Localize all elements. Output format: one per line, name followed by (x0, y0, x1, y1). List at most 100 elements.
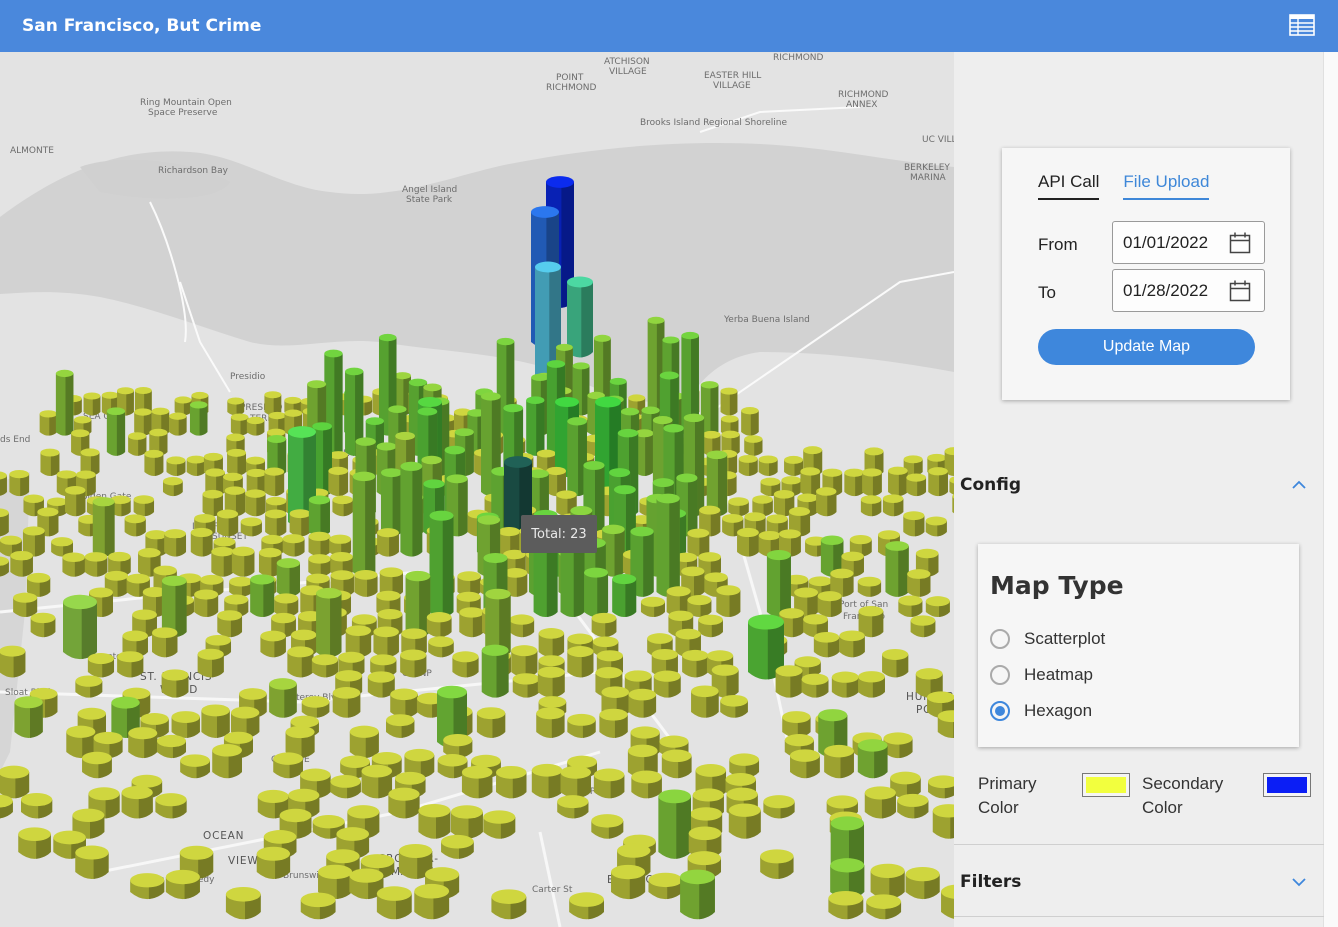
hexagon-column[interactable] (390, 688, 418, 718)
scrollbar-track[interactable] (1323, 52, 1338, 927)
hexagon-column[interactable] (414, 883, 450, 920)
config-section-header[interactable]: Config (960, 475, 1021, 495)
hexagon-column[interactable] (380, 468, 403, 537)
hexagon-column[interactable] (84, 552, 108, 577)
hexagon-column[interactable] (760, 849, 794, 880)
hexagon-column[interactable] (720, 387, 738, 416)
hexagon-column[interactable] (653, 670, 681, 698)
hexagon-column[interactable] (352, 471, 376, 577)
hexagon-column[interactable] (354, 569, 378, 597)
hexagon-column[interactable] (377, 528, 399, 557)
hexagon-column[interactable] (656, 493, 680, 597)
primary-color-picker[interactable] (1082, 773, 1130, 797)
hexagon-column[interactable] (481, 644, 509, 698)
hexagon-column[interactable] (680, 869, 715, 920)
hexagon-column[interactable] (813, 631, 840, 658)
hexagon-column[interactable] (301, 696, 330, 718)
hexagon-column[interactable] (21, 793, 53, 819)
hexagon-column[interactable] (82, 751, 112, 779)
hexagon-column[interactable] (858, 671, 885, 698)
hexagon-column[interactable] (782, 711, 811, 738)
radio-button-selected[interactable] (990, 701, 1010, 721)
hexagon-column[interactable] (376, 886, 412, 920)
hexagon-column[interactable] (526, 396, 545, 456)
hexagon-column[interactable] (211, 546, 234, 577)
hexagon-column[interactable] (737, 527, 759, 557)
hexagon-column[interactable] (14, 696, 43, 738)
hexagon-column[interactable] (828, 890, 864, 920)
hexagon-column[interactable] (0, 508, 9, 537)
hexagon-column[interactable] (361, 764, 393, 799)
hexagon-column[interactable] (265, 509, 287, 537)
hexagon-column[interactable] (18, 827, 51, 859)
hexagon-column[interactable] (162, 477, 183, 497)
secondary-color-picker[interactable] (1263, 773, 1311, 797)
chevron-down-icon[interactable] (1291, 874, 1307, 890)
hexagon-column[interactable] (212, 744, 242, 779)
radio-hexagon[interactable]: Hexagon (990, 701, 1092, 721)
hexagon-column[interactable] (907, 569, 931, 597)
hexagon-column[interactable] (161, 669, 189, 698)
hexagon-column[interactable] (63, 594, 97, 660)
hexagon-column[interactable] (496, 765, 527, 799)
hexagon-column[interactable] (287, 646, 314, 678)
hexagon-column[interactable] (758, 455, 778, 476)
hexagon-column[interactable] (816, 487, 837, 517)
menu-icon[interactable] (1289, 14, 1315, 36)
hexagon-column[interactable] (593, 768, 625, 799)
hexagon-column[interactable] (75, 845, 109, 880)
hexagon-column[interactable] (75, 675, 103, 698)
hexagon-column[interactable] (557, 795, 589, 819)
hexagon-column[interactable] (55, 369, 74, 436)
hexagon-column[interactable] (728, 497, 749, 517)
hexagon-column[interactable] (400, 649, 427, 678)
hexagon-column[interactable] (744, 435, 763, 456)
hexagon-column[interactable] (134, 408, 152, 436)
hexagon-column[interactable] (591, 814, 624, 839)
hexagon-column[interactable] (332, 687, 361, 718)
hexagon-column[interactable] (0, 645, 26, 678)
hexagon-column[interactable] (883, 732, 913, 759)
hexagon-column[interactable] (128, 727, 158, 759)
hexagon-column[interactable] (844, 468, 865, 497)
hexagon-column[interactable] (227, 448, 247, 476)
hexagon-column[interactable] (308, 495, 330, 537)
hexagon-column[interactable] (441, 834, 474, 859)
from-date-input[interactable]: 01/01/2022 (1112, 221, 1265, 264)
calendar-icon[interactable] (1229, 280, 1251, 302)
hexagon-column[interactable] (269, 678, 297, 718)
hexagon-column[interactable] (92, 497, 115, 557)
chevron-up-icon[interactable] (1291, 477, 1307, 493)
hexagon-column[interactable] (83, 392, 101, 416)
hexagon-column[interactable] (905, 866, 940, 900)
hexagon-column[interactable] (858, 605, 884, 638)
hexagon-column[interactable] (164, 529, 187, 557)
hexagon-column[interactable] (405, 570, 431, 638)
hexagon-column[interactable] (866, 894, 902, 920)
hexagon-column[interactable] (932, 804, 954, 839)
hexagon-column[interactable] (790, 749, 820, 779)
radio-button[interactable] (990, 629, 1010, 649)
hexagon-column[interactable] (599, 708, 628, 738)
hexagon-column[interactable] (682, 649, 709, 678)
hexagon-column[interactable] (250, 574, 275, 618)
hexagon-column[interactable] (225, 886, 261, 920)
hexagon-column[interactable] (775, 665, 803, 698)
hexagon-column[interactable] (166, 456, 186, 476)
hexagon-column[interactable] (885, 541, 909, 597)
hexagon-column[interactable] (567, 646, 594, 678)
hexagon-column[interactable] (612, 574, 637, 618)
hexagon-column[interactable] (386, 714, 415, 738)
hexagon-column[interactable] (450, 805, 483, 839)
hexagon-column[interactable] (509, 614, 535, 638)
hexagon-column[interactable] (898, 595, 923, 618)
hexagon-column[interactable] (483, 810, 516, 839)
hexagon-column[interactable] (227, 397, 245, 416)
hexagon-column[interactable] (246, 416, 265, 436)
hexagon-column[interactable] (217, 610, 243, 638)
hexagon-column[interactable] (171, 711, 200, 738)
hexagon-column[interactable] (10, 550, 33, 577)
hexagon-column[interactable] (882, 648, 909, 678)
hexagon-column[interactable] (531, 763, 563, 799)
hexagon-column[interactable] (691, 685, 719, 718)
